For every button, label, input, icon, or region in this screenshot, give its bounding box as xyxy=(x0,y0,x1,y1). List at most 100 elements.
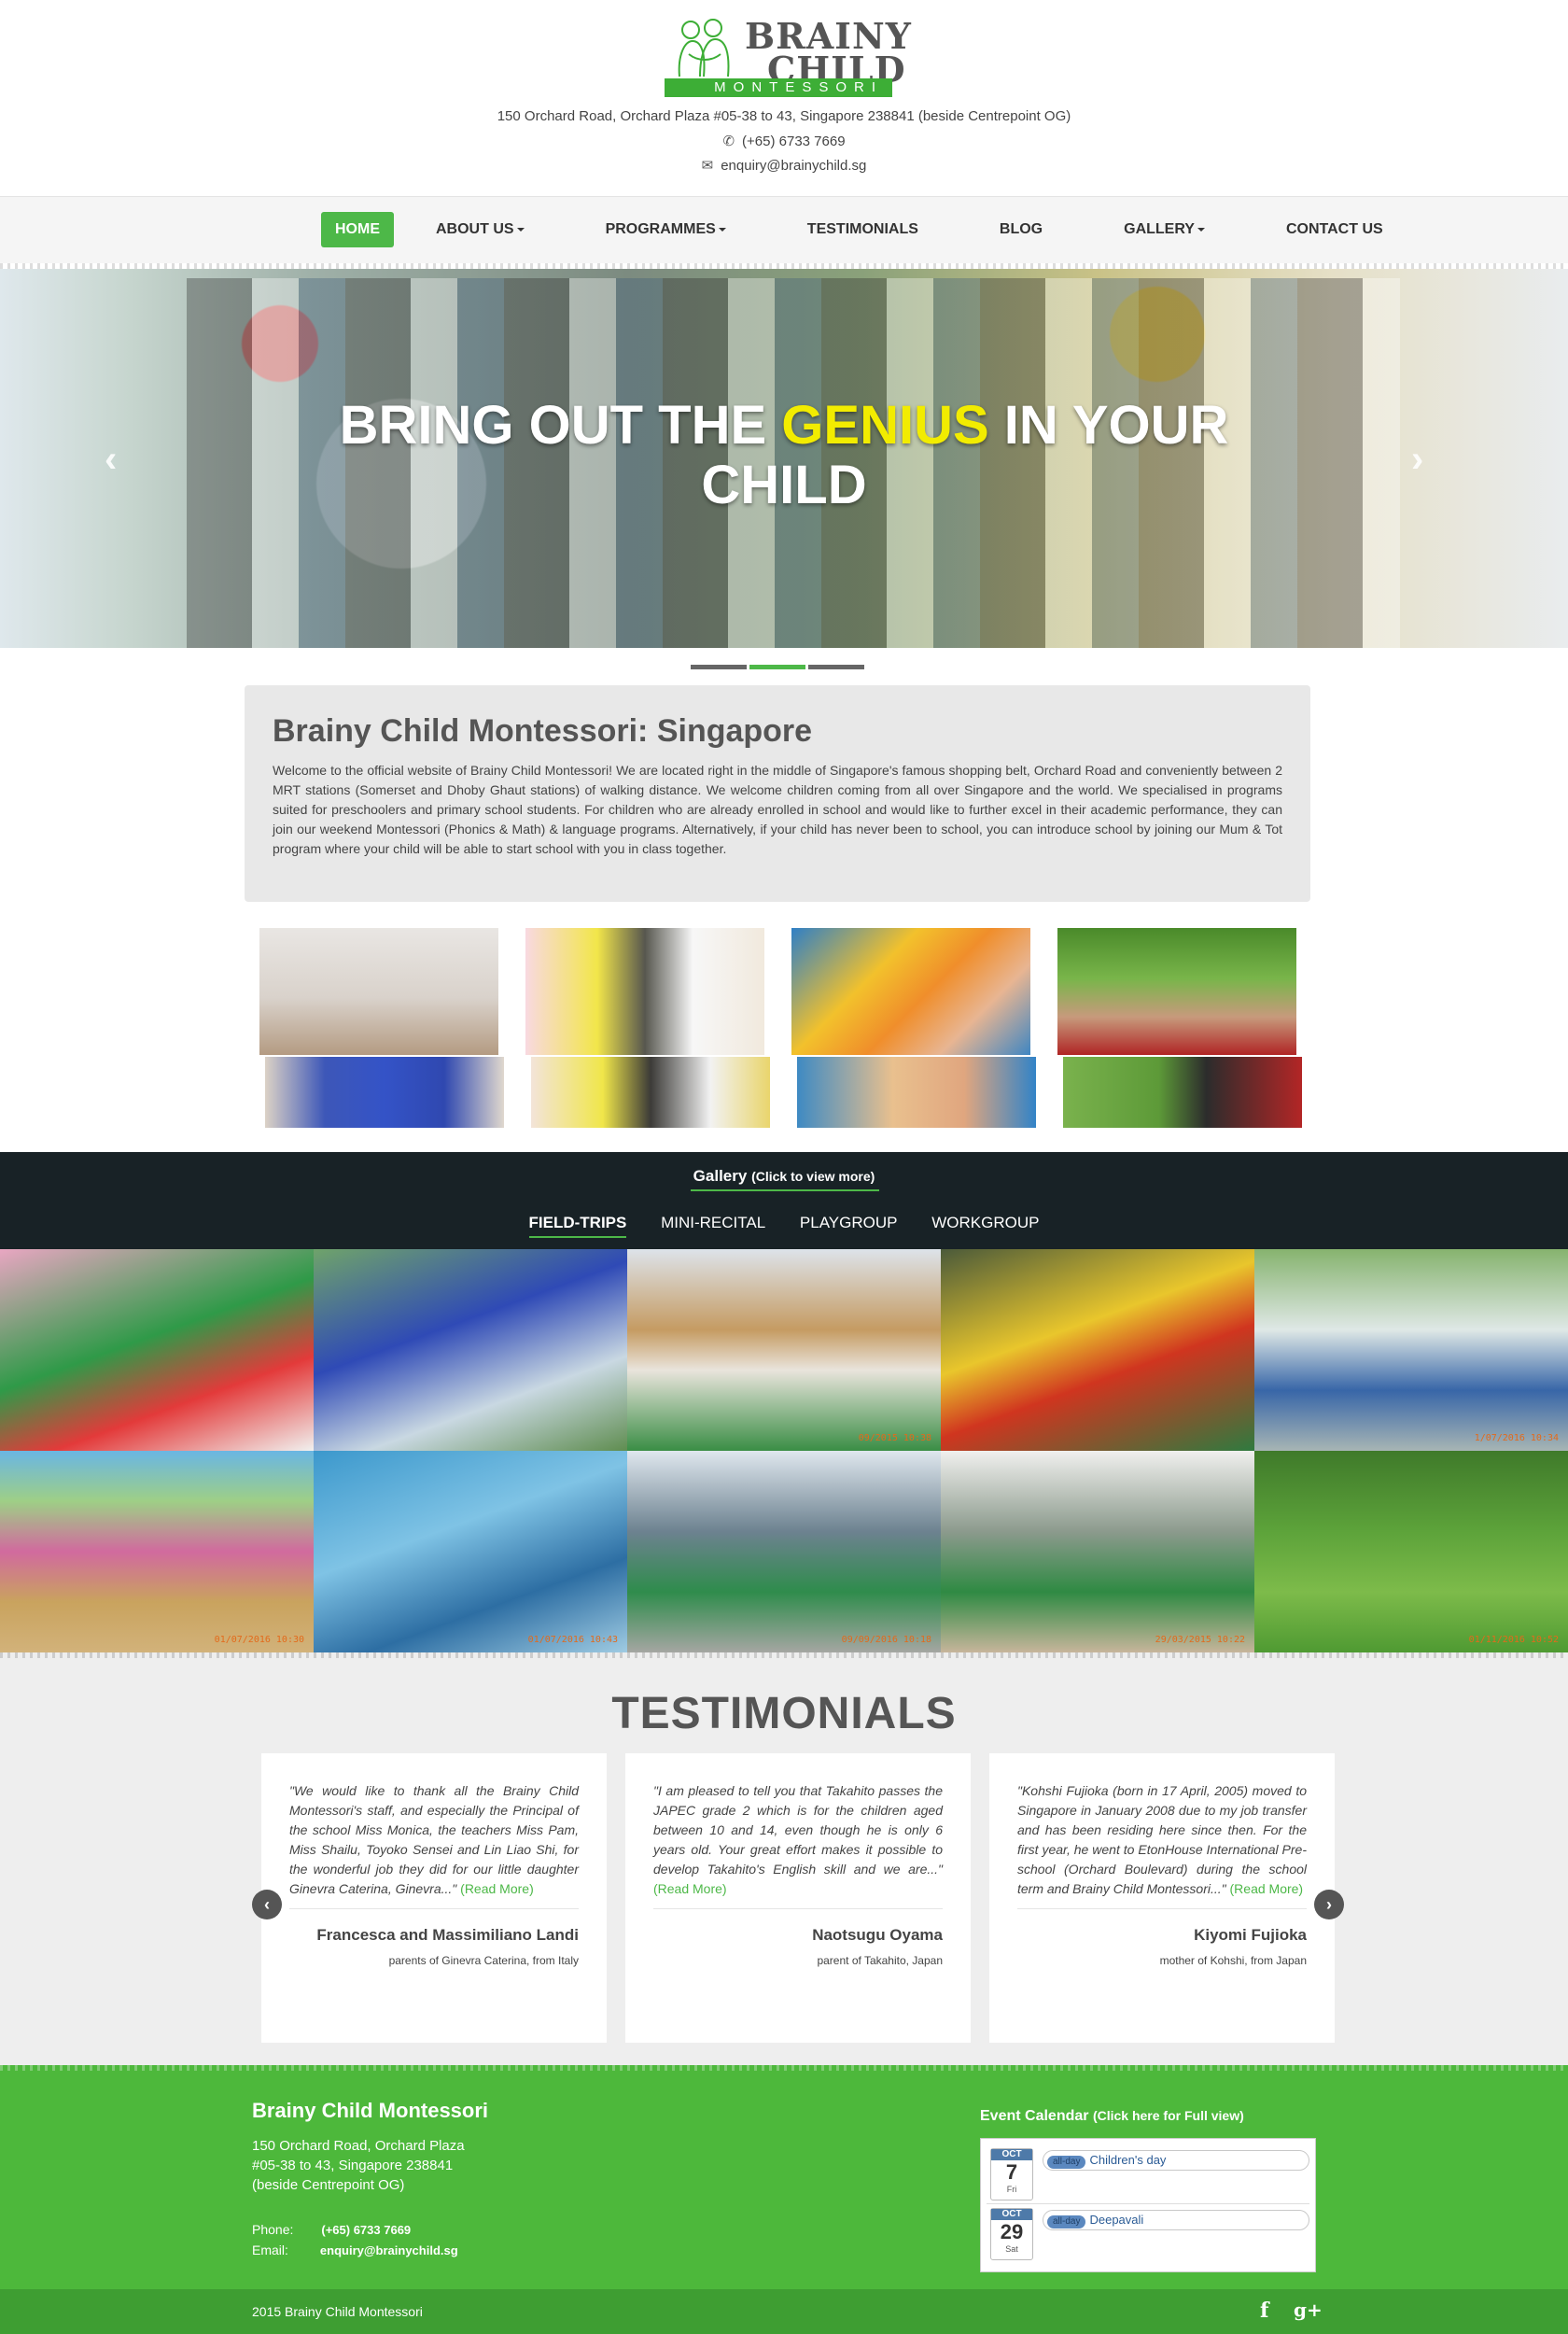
hero-headline-line2: CHILD xyxy=(701,455,867,515)
magnifying-glass-photo xyxy=(1057,928,1296,1055)
nav-blog[interactable]: BLOG xyxy=(986,212,1057,247)
header-phone-row: ✆ (+65) 6733 7669 xyxy=(0,133,1568,149)
testimonial-quote-text: "I am pleased to tell you that Takahito … xyxy=(653,1783,943,1877)
copyright-text: 2015 Brainy Child Montessori xyxy=(252,2304,423,2319)
footer-phone-label: Phone: xyxy=(252,2222,294,2237)
gallery-tabs: FIELD-TRIPS MINI-RECITAL PLAYGROUP WORKG… xyxy=(0,1214,1568,1238)
gallery-title-underline xyxy=(691,1189,879,1191)
header-phone[interactable]: (+65) 6733 7669 xyxy=(742,134,846,149)
event-name: Children's day xyxy=(1089,2153,1167,2167)
footer-email-row: Email: enquiry@brainychild.sg xyxy=(252,2243,458,2257)
testimonial-prev-arrow-icon[interactable]: ‹ xyxy=(252,1890,282,1919)
gallery-photo-6[interactable]: 01/07/2016 10:30 xyxy=(0,1451,314,1652)
program-thumbnail-montessori[interactable] xyxy=(259,928,508,1128)
testimonial-card-2: "I am pleased to tell you that Takahito … xyxy=(625,1753,971,2043)
nav-about-us[interactable]: ABOUT US xyxy=(422,212,539,247)
testimonial-quote-text: "Kohshi Fujioka (born in 17 April, 2005)… xyxy=(1017,1783,1307,1896)
program-thumbnail-science[interactable] xyxy=(1057,928,1306,1128)
gallery-tab-field-trips[interactable]: FIELD-TRIPS xyxy=(528,1214,627,1238)
nav-gallery-label: GALLERY xyxy=(1124,221,1195,237)
read-more-link[interactable]: (Read More) xyxy=(460,1881,534,1896)
caret-down-icon xyxy=(718,227,726,232)
gallery-title[interactable]: Gallery (Click to view more) xyxy=(0,1167,1568,1186)
logo-word-montessori: MONTESSORI xyxy=(665,78,892,97)
hero-headline-part1: BRING OUT THE xyxy=(339,395,767,456)
nav-home[interactable]: HOME xyxy=(321,212,394,247)
event-calendar-widget: OCT 7 Fri all-day Children's day OCT 29 S… xyxy=(980,2138,1316,2272)
hero-carousel[interactable]: BRING OUT THE GENIUS IN YOUR CHILD ‹ › xyxy=(0,269,1568,648)
testimonials-dashed-divider xyxy=(0,1652,1568,1658)
testimonials-title: TESTIMONIALS xyxy=(611,1689,957,1738)
program-thumbnail-art[interactable] xyxy=(791,928,1040,1128)
event-date-box: OCT 29 Sat xyxy=(990,2208,1033,2260)
gallery-photo-3[interactable]: 09/2015 10:38 xyxy=(627,1249,941,1451)
google-plus-icon[interactable]: g+ xyxy=(1294,2299,1323,2321)
footer-dashed-divider xyxy=(0,2065,1568,2071)
brainy-child-logo[interactable]: BRAINY CHILD MONTESSORI xyxy=(665,13,911,99)
site-footer: Brainy Child Montessori 150 Orchard Road… xyxy=(0,2065,1568,2289)
carousel-next-arrow-icon[interactable]: › xyxy=(1411,439,1423,481)
nav-gallery[interactable]: GALLERY xyxy=(1110,212,1219,247)
read-more-link[interactable]: (Read More) xyxy=(1230,1881,1304,1896)
carousel-prev-arrow-icon[interactable]: ‹ xyxy=(105,439,117,481)
all-day-badge: all-day xyxy=(1047,2156,1086,2169)
header-email[interactable]: enquiry@brainychild.sg xyxy=(721,158,866,174)
event-month: OCT xyxy=(991,2149,1032,2160)
boy-on-grass-photo xyxy=(1063,1057,1302,1128)
gallery-photo-7[interactable]: 01/07/2016 10:43 xyxy=(314,1451,627,1652)
nav-programmes[interactable]: PROGRAMMES xyxy=(592,212,740,247)
footer-email[interactable]: enquiry@brainychild.sg xyxy=(320,2243,458,2257)
gallery-header-band: Gallery (Click to view more) FIELD-TRIPS… xyxy=(0,1152,1568,1249)
photo-timestamp: 01/11/2016 10:52 xyxy=(1468,1635,1559,1645)
carousel-indicator-2-active[interactable] xyxy=(749,665,805,669)
gallery-photo-2[interactable] xyxy=(314,1249,627,1451)
event-day: 7 xyxy=(1005,2160,1018,2184)
photo-timestamp: 09/2015 10:38 xyxy=(858,1433,931,1443)
footer-address-line2: #05-38 to 43, Singapore 238841 xyxy=(252,2158,454,2173)
event-calendar-title[interactable]: Event Calendar (Click here for Full view… xyxy=(980,2108,1244,2125)
testimonial-author-1: Francesca and Massimiliano Landi xyxy=(316,1926,579,1944)
calendar-event-2[interactable]: OCT 29 Sat all-day Deepavali xyxy=(987,2204,1309,2264)
event-name: Deepavali xyxy=(1089,2213,1144,2227)
testimonial-card-1: "We would like to thank all the Brainy C… xyxy=(261,1753,607,2043)
footer-address: 150 Orchard Road, Orchard Plaza #05-38 t… xyxy=(252,2136,465,2195)
nav-contact-us[interactable]: CONTACT US xyxy=(1272,212,1397,247)
event-date-box: OCT 7 Fri xyxy=(990,2148,1033,2200)
gallery-tab-mini-recital[interactable]: MINI-RECITAL xyxy=(661,1214,765,1236)
event-bar[interactable]: all-day Children's day xyxy=(1043,2150,1309,2171)
read-more-link[interactable]: (Read More) xyxy=(653,1881,727,1896)
event-weekday: Sat xyxy=(1005,2244,1018,2254)
footer-phone-row: Phone: (+65) 6733 7669 xyxy=(252,2222,411,2237)
gallery-photo-5[interactable]: 1/07/2016 10:34 xyxy=(1254,1249,1568,1451)
testimonial-relation-3: mother of Kohshi, from Japan xyxy=(1159,1954,1307,1967)
carousel-indicator-3[interactable] xyxy=(808,665,864,669)
program-thumbnail-language[interactable] xyxy=(525,928,774,1128)
main-navigation: HOME ABOUT US PROGRAMMES TESTIMONIALS BL… xyxy=(0,196,1568,263)
event-bar[interactable]: all-day Deepavali xyxy=(1043,2210,1309,2230)
gallery-photo-1[interactable] xyxy=(0,1249,314,1451)
event-month: OCT xyxy=(991,2209,1032,2220)
gallery-photo-10[interactable]: 01/11/2016 10:52 xyxy=(1254,1451,1568,1652)
gallery-photo-4[interactable] xyxy=(941,1249,1254,1451)
event-calendar-label: Event Calendar xyxy=(980,2108,1089,2124)
nav-testimonials[interactable]: TESTIMONIALS xyxy=(793,212,932,247)
footer-email-label: Email: xyxy=(252,2243,288,2257)
card-divider xyxy=(653,1908,943,1909)
gallery-tab-workgroup[interactable]: WORKGROUP xyxy=(931,1214,1039,1236)
footer-title: Brainy Child Montessori xyxy=(252,2099,489,2122)
card-divider xyxy=(289,1908,579,1909)
gallery-photo-8[interactable]: 09/09/2016 10:18 xyxy=(627,1451,941,1652)
gallery-photo-9[interactable]: 29/03/2015 10:22 xyxy=(941,1451,1254,1652)
weekday-chart-photo xyxy=(531,1057,770,1128)
testimonial-next-arrow-icon[interactable]: › xyxy=(1314,1890,1344,1919)
site-header: BRAINY CHILD MONTESSORI 150 Orchard Road… xyxy=(0,0,1568,196)
gallery-tab-playgroup[interactable]: PLAYGROUP xyxy=(800,1214,898,1236)
photo-timestamp: 29/03/2015 10:22 xyxy=(1155,1635,1245,1645)
copyright-bar: 2015 Brainy Child Montessori f g+ xyxy=(0,2289,1568,2334)
intro-panel: Brainy Child Montessori: Singapore Welco… xyxy=(245,685,1310,902)
calendar-event-1[interactable]: OCT 7 Fri all-day Children's day xyxy=(987,2144,1309,2204)
footer-phone[interactable]: (+65) 6733 7669 xyxy=(321,2223,411,2237)
footer-address-line1: 150 Orchard Road, Orchard Plaza xyxy=(252,2138,465,2154)
carousel-indicator-1[interactable] xyxy=(691,665,747,669)
facebook-icon[interactable]: f xyxy=(1260,2299,1268,2323)
